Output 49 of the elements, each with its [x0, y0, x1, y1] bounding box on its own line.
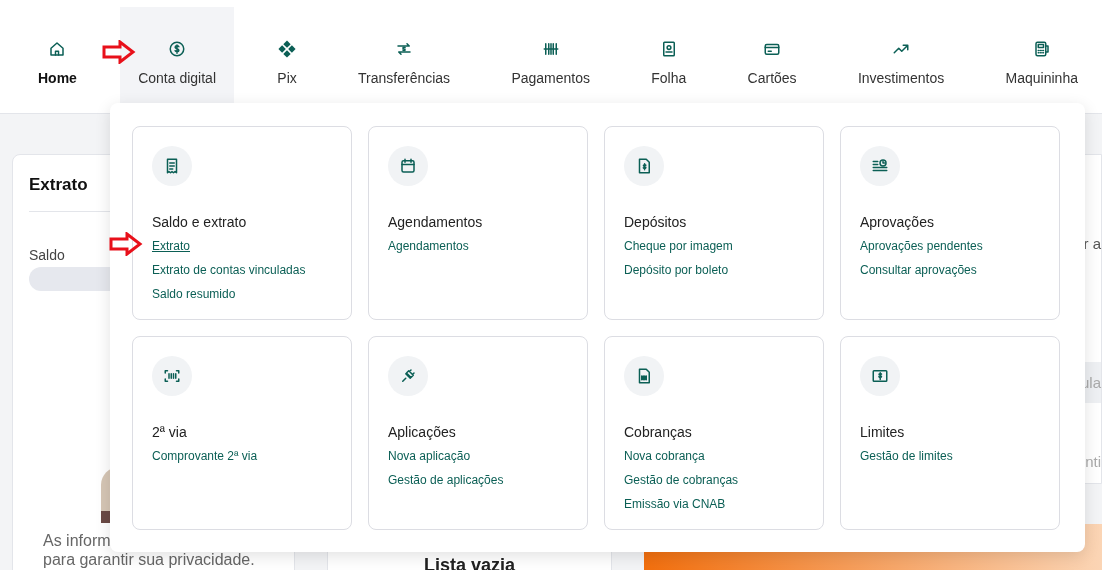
- menu-link[interactable]: Extrato: [152, 239, 190, 253]
- summary-text: r a: [1083, 235, 1101, 252]
- card-title: Agendamentos: [388, 214, 483, 230]
- nav-tab[interactable]: Cartões: [729, 7, 815, 103]
- menu-link[interactable]: Depósito por boleto: [624, 263, 729, 277]
- menu-link[interactable]: Gestão de limites: [860, 449, 953, 463]
- home-icon: [48, 40, 67, 58]
- diamond-icon: [278, 40, 296, 58]
- barcode-scan-icon: [163, 367, 181, 385]
- calendar-icon: [399, 157, 417, 175]
- pointer-arrow-icon: [102, 40, 137, 64]
- transfer-arrows-icon: [395, 40, 414, 58]
- menu-link[interactable]: Nova aplicação: [388, 449, 471, 463]
- menu-link[interactable]: Gestão de aplicações: [388, 473, 504, 487]
- menu-link[interactable]: Consultar aprovações: [860, 263, 977, 277]
- card-title: Aplicações: [388, 424, 456, 440]
- nav-tab[interactable]: Folha: [633, 7, 705, 103]
- card-title: 2ª via: [152, 424, 187, 440]
- nav-tab[interactable]: Maquininha: [987, 7, 1096, 103]
- dollar-coin-icon: [168, 40, 187, 58]
- card-title: Aprovações: [860, 214, 934, 230]
- nav-tab[interactable]: Investimentos: [839, 7, 963, 103]
- menu-link[interactable]: Aprovações pendentes: [860, 239, 983, 253]
- nav-tab[interactable]: Transferências: [340, 7, 469, 103]
- menu-link[interactable]: Emissão via CNAB: [624, 497, 726, 511]
- card-title: Cobranças: [624, 424, 692, 440]
- menu-link[interactable]: Extrato de contas vinculadas: [152, 263, 306, 277]
- card-title: Limites: [860, 424, 905, 440]
- card-title: Extrato: [29, 175, 88, 195]
- nav-tab[interactable]: Conta digital: [120, 7, 234, 103]
- menu-link[interactable]: Cheque por imagem: [624, 239, 733, 253]
- info-message: As inform para garantir sua privacidade.: [42, 531, 256, 569]
- money-frame-icon: [871, 367, 889, 385]
- menu-link[interactable]: Agendamentos: [388, 239, 469, 253]
- nav-tab[interactable]: Pix: [259, 7, 315, 103]
- pointer-arrow-icon: [109, 232, 143, 256]
- card-terminal-icon: [1032, 40, 1051, 58]
- plug-icon: [399, 367, 417, 385]
- nav-tab[interactable]: Pagamentos: [493, 7, 608, 103]
- nav-tab[interactable]: Home: [20, 7, 95, 103]
- summary-text: nti: [1085, 453, 1101, 470]
- menu-link[interactable]: Saldo resumido: [152, 287, 236, 301]
- card-title: Saldo e extrato: [152, 214, 247, 230]
- menu-link[interactable]: Gestão de cobranças: [624, 473, 739, 487]
- balance-label: Saldo: [29, 247, 65, 263]
- barcode-icon: [541, 40, 560, 58]
- menu-link[interactable]: Nova cobrança: [624, 449, 705, 463]
- card-title: Depósitos: [624, 214, 687, 230]
- menu-link[interactable]: Comprovante 2ª via: [152, 449, 258, 463]
